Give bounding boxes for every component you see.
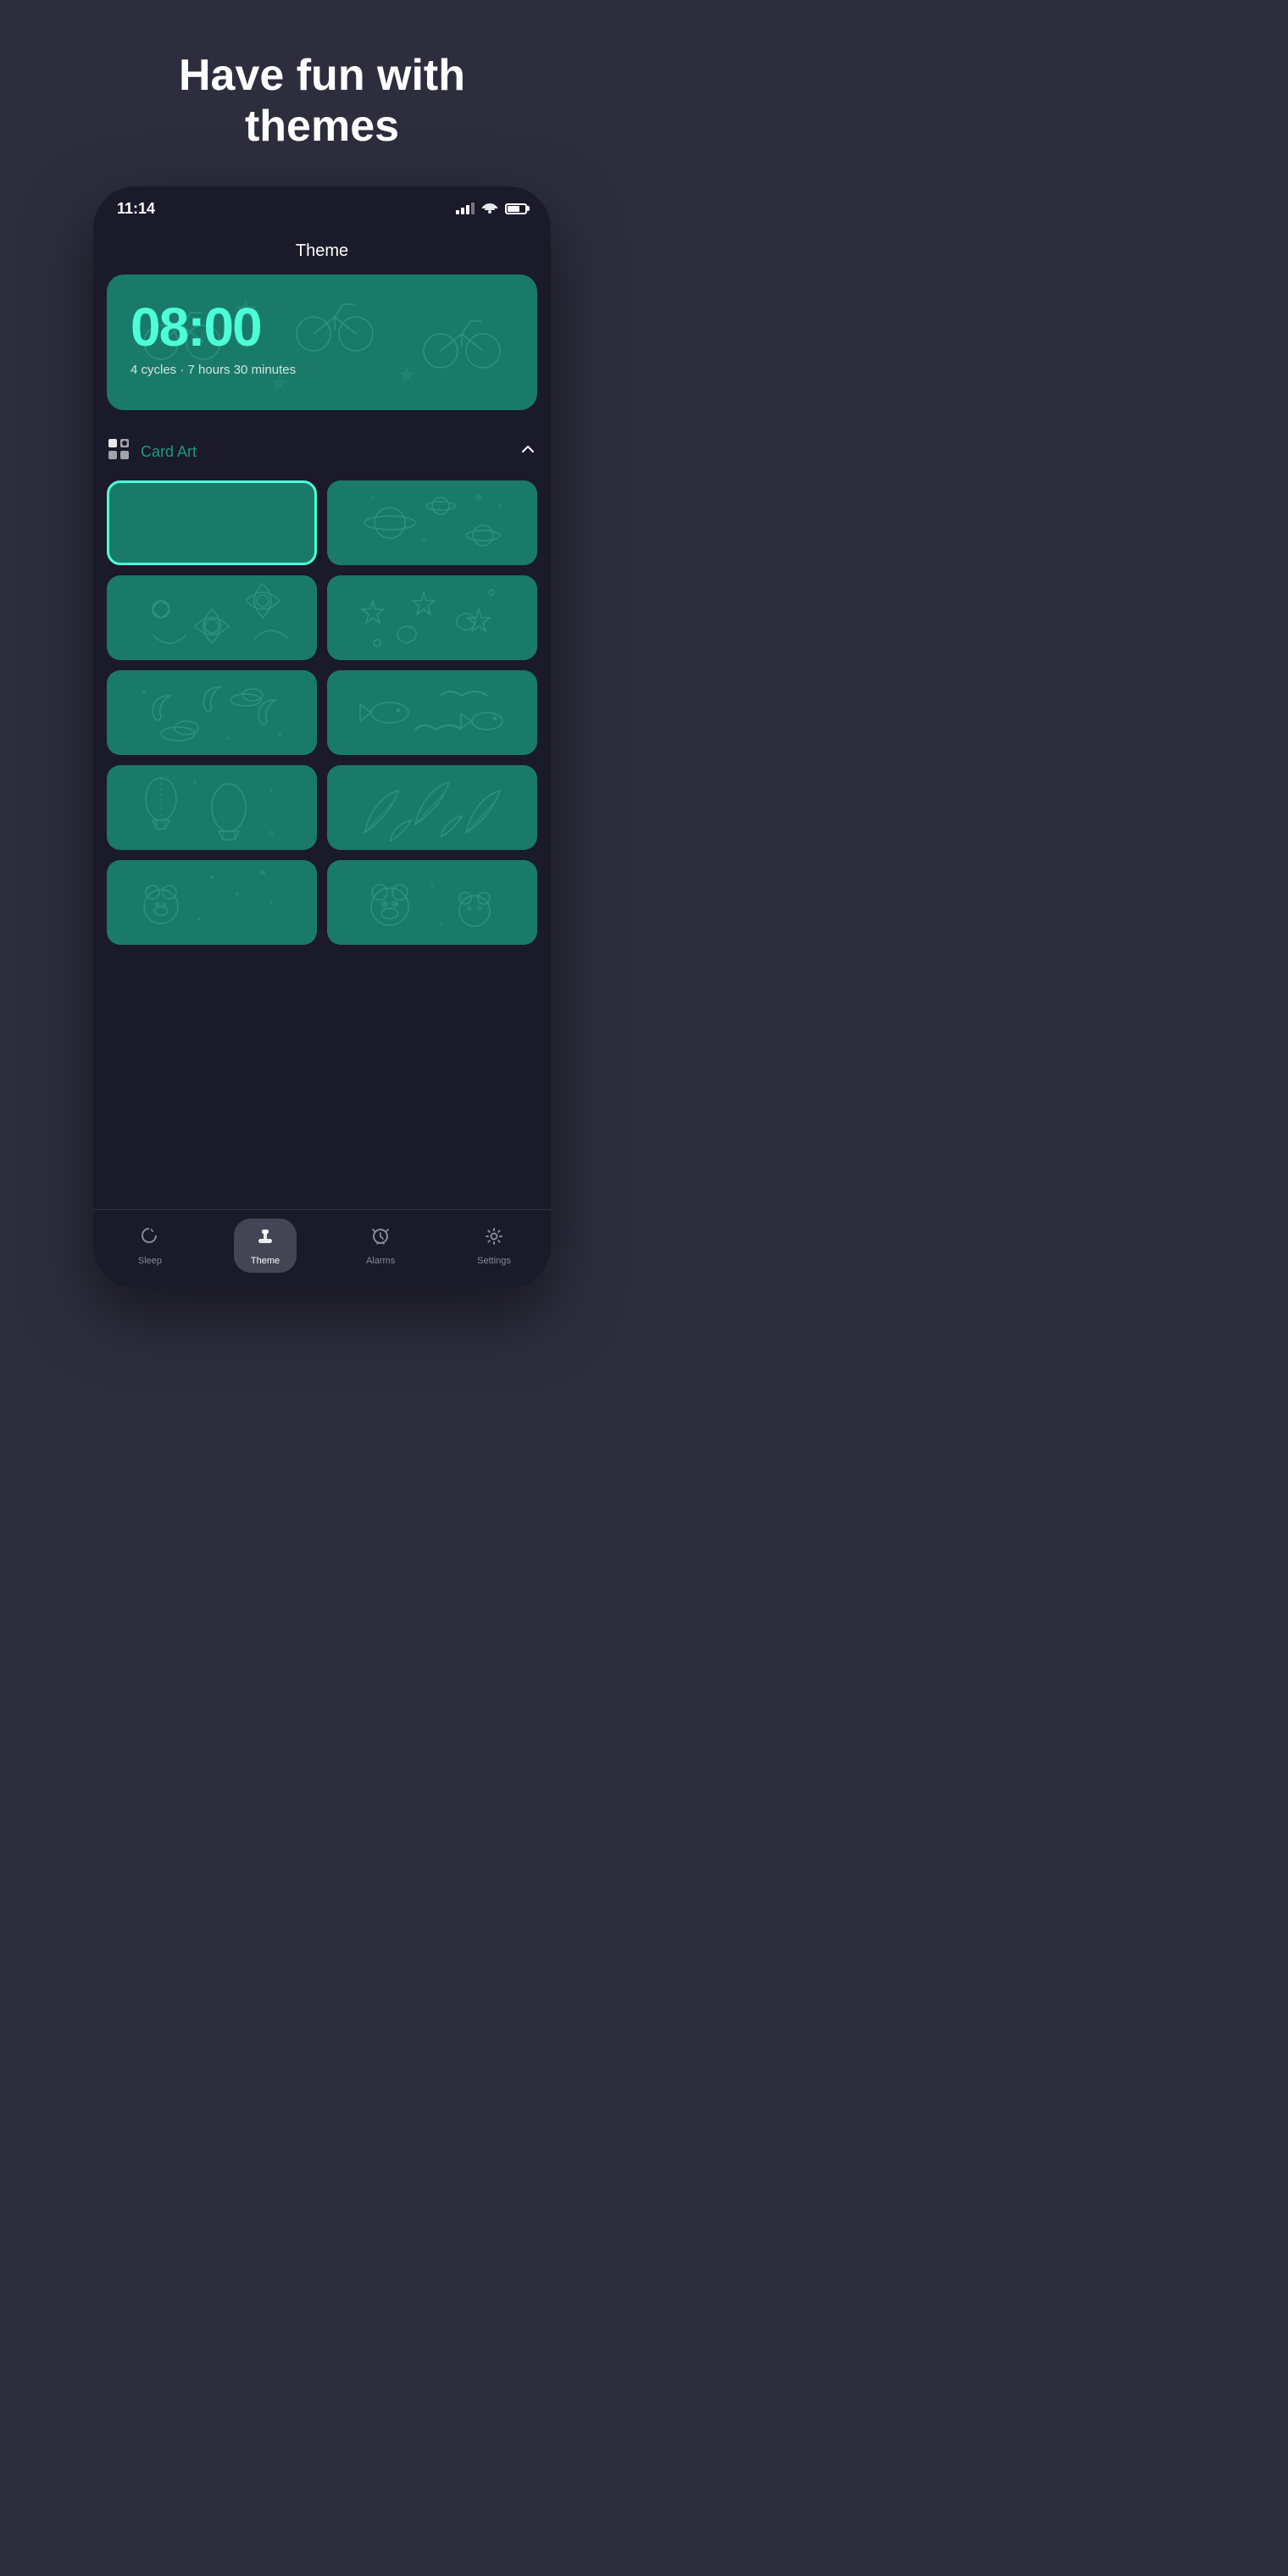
screen-header: Theme	[93, 225, 551, 275]
card-thumb-4[interactable]	[327, 575, 537, 660]
card-thumb-2[interactable]	[327, 480, 537, 565]
card-thumb-10[interactable]	[327, 860, 537, 945]
screen-title: Theme	[296, 242, 348, 260]
card-thumb-9[interactable]	[107, 860, 317, 945]
card-art-label: Card Art	[141, 443, 197, 461]
settings-icon	[483, 1225, 505, 1252]
time-description: 4 cycles · 7 hours 30 minutes	[130, 363, 514, 377]
bottom-nav: Sleep Theme	[93, 1209, 551, 1288]
time-card[interactable]: 08:00 4 cycles · 7 hours 30 minutes	[107, 275, 537, 410]
sleep-icon	[139, 1225, 161, 1252]
status-time: 11:14	[117, 200, 155, 218]
screen-content[interactable]: Theme	[93, 225, 551, 1209]
card-art-icon	[107, 437, 130, 467]
wifi-icon	[481, 200, 498, 218]
signal-icon	[456, 203, 475, 214]
page-container: Have fun with themes 11:14	[0, 0, 644, 1288]
time-display: 08:00	[130, 300, 514, 354]
phone-frame: 11:14	[93, 186, 551, 1288]
page-title: Have fun with themes	[128, 51, 516, 153]
card-thumb-6[interactable]	[327, 670, 537, 755]
card-thumb-1[interactable]	[107, 480, 317, 565]
card-thumb-7[interactable]	[107, 765, 317, 850]
card-art-grid	[107, 480, 537, 958]
nav-label-theme: Theme	[251, 1256, 280, 1266]
chevron-up-icon[interactable]	[519, 440, 537, 464]
nav-active-pill: Theme	[234, 1219, 297, 1273]
card-thumb-5[interactable]	[107, 670, 317, 755]
nav-label-alarms: Alarms	[366, 1256, 395, 1266]
card-art-header: Card Art	[107, 430, 537, 480]
nav-item-alarms[interactable]: Alarms	[351, 1225, 410, 1266]
nav-label-settings: Settings	[477, 1256, 511, 1266]
card-art-section: Card Art	[93, 424, 551, 958]
status-bar: 11:14	[93, 186, 551, 225]
status-icons	[456, 200, 527, 218]
nav-item-sleep[interactable]: Sleep	[120, 1225, 180, 1266]
card-thumb-3[interactable]	[107, 575, 317, 660]
nav-label-sleep: Sleep	[138, 1256, 162, 1266]
card-thumb-8[interactable]	[327, 765, 537, 850]
theme-icon	[254, 1225, 276, 1252]
nav-item-theme[interactable]: Theme	[234, 1219, 297, 1273]
nav-item-settings[interactable]: Settings	[464, 1225, 524, 1266]
battery-icon	[505, 203, 527, 214]
alarms-icon	[369, 1225, 391, 1252]
time-card-content: 08:00 4 cycles · 7 hours 30 minutes	[130, 300, 514, 377]
card-art-left: Card Art	[107, 437, 197, 467]
